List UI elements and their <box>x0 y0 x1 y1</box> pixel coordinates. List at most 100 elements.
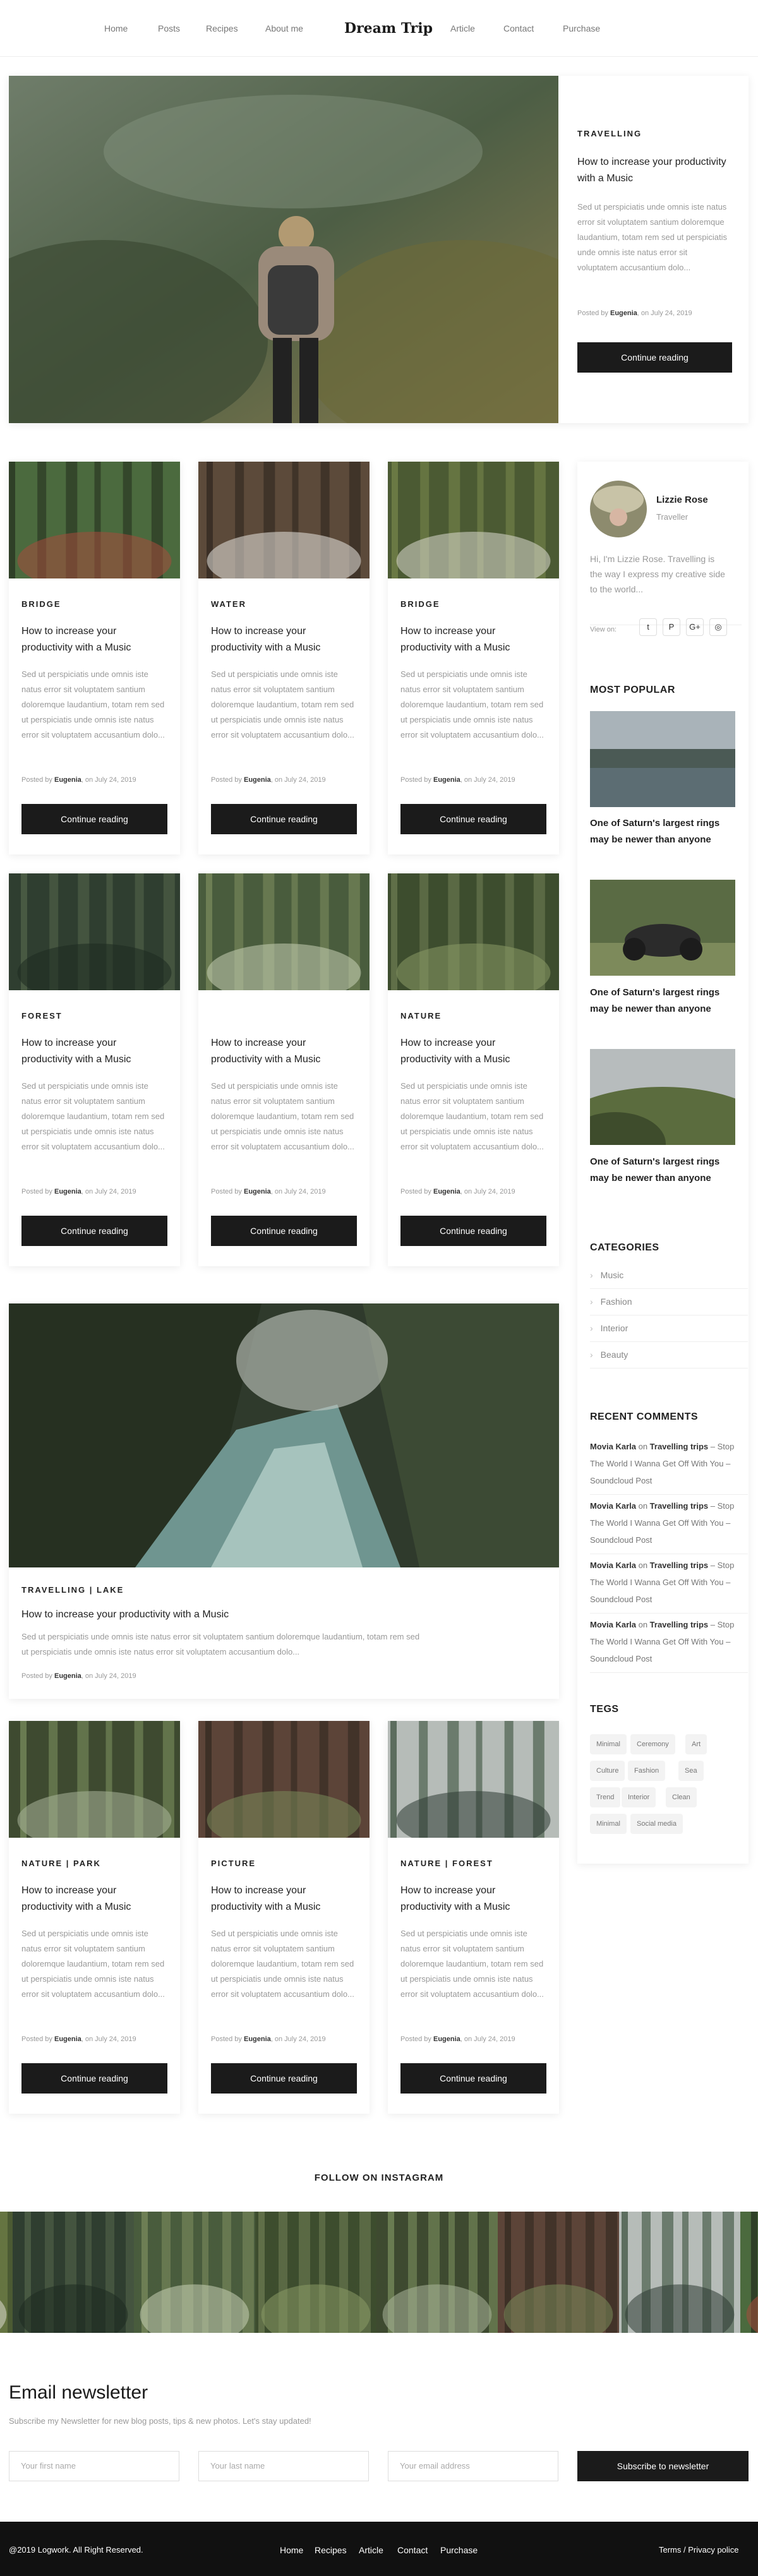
first-name-input[interactable]: Your first name <box>9 2451 179 2481</box>
category-beauty[interactable]: Beauty <box>590 1350 748 1369</box>
wide-post-category[interactable]: TRAVELLING | LAKE <box>21 1585 124 1595</box>
continue-reading-button[interactable]: Continue reading <box>21 2063 167 2094</box>
nav-contact[interactable]: Contact <box>503 23 534 33</box>
post-title[interactable]: How to increase your productivity with a… <box>211 1035 356 1068</box>
instagram-photo[interactable] <box>619 2212 740 2333</box>
post-excerpt: Sed ut perspiciatis unde omnis iste natu… <box>21 1081 165 1151</box>
post-category[interactable]: NATURE | FOREST <box>400 1859 493 1868</box>
footer-link-home[interactable]: Home <box>280 2545 303 2555</box>
post-image[interactable] <box>388 1721 559 1838</box>
category-music[interactable]: Music <box>590 1270 748 1289</box>
post-image[interactable] <box>388 462 559 578</box>
nav-about[interactable]: About me <box>265 23 303 33</box>
instagram-icon[interactable]: ◎ <box>709 618 727 636</box>
post-title[interactable]: How to increase your productivity with a… <box>400 1883 546 1915</box>
comment-post-link[interactable]: Travelling trips <box>650 1561 708 1570</box>
post-excerpt: Sed ut perspiciatis unde omnis iste natu… <box>21 669 165 740</box>
continue-reading-button[interactable]: Continue reading <box>21 1216 167 1246</box>
continue-reading-button[interactable]: Continue reading <box>21 804 167 834</box>
footer-link-contact[interactable]: Contact <box>397 2545 428 2555</box>
wide-post-title[interactable]: How to increase your productivity with a… <box>21 1607 527 1623</box>
last-name-input[interactable]: Your last name <box>198 2451 369 2481</box>
comment-post-link[interactable]: Travelling trips <box>650 1620 708 1629</box>
google-plus-icon[interactable]: G+ <box>686 618 704 636</box>
post-category[interactable]: NATURE | PARK <box>21 1859 101 1868</box>
post-image[interactable] <box>198 462 370 578</box>
instagram-photo[interactable] <box>0 2212 13 2333</box>
popular-title-1[interactable]: One of Saturn's largest rings may be new… <box>590 815 735 848</box>
popular-title-3[interactable]: One of Saturn's largest rings may be new… <box>590 1154 735 1187</box>
footer-legal-links[interactable]: Terms / Privacy police <box>659 2545 738 2555</box>
post-title[interactable]: How to increase your productivity with a… <box>211 1883 356 1915</box>
continue-reading-button[interactable]: Continue reading <box>211 1216 357 1246</box>
post-category[interactable]: FOREST <box>21 1011 63 1021</box>
post-title[interactable]: How to increase your productivity with a… <box>211 623 356 656</box>
continue-reading-button[interactable]: Continue reading <box>400 1216 546 1246</box>
continue-reading-button[interactable]: Continue reading <box>400 2063 546 2094</box>
post-image[interactable] <box>9 873 180 990</box>
nav-posts[interactable]: Posts <box>158 23 180 33</box>
footer-link-recipes[interactable]: Recipes <box>315 2545 347 2555</box>
post-image[interactable] <box>198 873 370 990</box>
post-title[interactable]: How to increase your productivity with a… <box>21 1883 167 1915</box>
post-title[interactable]: How to increase your productivity with a… <box>400 1035 546 1068</box>
site-logo[interactable]: Dream Trip <box>344 20 433 37</box>
post-category[interactable]: BRIDGE <box>400 599 440 609</box>
popular-title-2[interactable]: One of Saturn's largest rings may be new… <box>590 985 735 1017</box>
email-input[interactable]: Your email address <box>388 2451 558 2481</box>
tag-chip[interactable]: Minimal <box>590 1814 627 1834</box>
tag-chip[interactable]: Culture <box>590 1761 625 1781</box>
nav-article[interactable]: Article <box>450 23 475 33</box>
wide-post-image[interactable] <box>9 1303 559 1567</box>
instagram-photo[interactable] <box>13 2212 134 2333</box>
nav-purchase[interactable]: Purchase <box>563 23 600 33</box>
popular-image-3[interactable] <box>590 1049 735 1145</box>
post-title[interactable]: How to increase your productivity with a… <box>21 623 167 656</box>
continue-reading-button[interactable]: Continue reading <box>400 804 546 834</box>
tag-chip[interactable]: Minimal <box>590 1734 627 1754</box>
nav-home[interactable]: Home <box>104 23 128 33</box>
footer-link-article[interactable]: Article <box>359 2545 383 2555</box>
tag-chip[interactable]: Art <box>685 1734 707 1754</box>
category-fashion[interactable]: Fashion <box>590 1297 748 1315</box>
footer-link-purchase[interactable]: Purchase <box>440 2545 478 2555</box>
post-title[interactable]: How to increase your productivity with a… <box>400 623 546 656</box>
category-interior[interactable]: Interior <box>590 1323 748 1342</box>
subscribe-button[interactable]: Subscribe to newsletter <box>577 2451 749 2481</box>
comment-post-link[interactable]: Travelling trips <box>650 1442 708 1451</box>
featured-title[interactable]: How to increase your productivity with a… <box>577 154 729 187</box>
tag-chip[interactable]: Ceremony <box>630 1734 675 1754</box>
post-title[interactable]: How to increase your productivity with a… <box>21 1035 167 1068</box>
instagram-photo[interactable] <box>498 2212 619 2333</box>
instagram-photo[interactable] <box>376 2212 498 2333</box>
nav-recipes[interactable]: Recipes <box>206 23 238 33</box>
featured-image[interactable] <box>9 76 558 423</box>
instagram-photo[interactable] <box>134 2212 255 2333</box>
comment-post-link[interactable]: Travelling trips <box>650 1501 708 1511</box>
post-category[interactable]: BRIDGE <box>21 599 61 609</box>
pinterest-icon[interactable]: P <box>663 618 680 636</box>
continue-reading-button[interactable]: Continue reading <box>211 2063 357 2094</box>
popular-image-1[interactable] <box>590 711 735 807</box>
tag-chip[interactable]: Fashion <box>628 1761 666 1781</box>
featured-category[interactable]: TRAVELLING <box>577 129 642 138</box>
tag-chip[interactable]: Trend <box>590 1787 621 1807</box>
continue-reading-button[interactable]: Continue reading <box>211 804 357 834</box>
tag-chip[interactable]: Social media <box>630 1814 683 1834</box>
tag-chip[interactable]: Clean <box>666 1787 697 1807</box>
post-category[interactable]: PICTURE <box>211 1859 256 1868</box>
instagram-photo[interactable] <box>255 2212 376 2333</box>
post-category[interactable]: WATER <box>211 599 246 609</box>
post-excerpt: Sed ut perspiciatis unde omnis iste natu… <box>211 669 354 740</box>
twitter-icon[interactable]: t <box>639 618 657 636</box>
instagram-photo[interactable] <box>740 2212 758 2333</box>
post-category[interactable]: NATURE <box>400 1011 442 1021</box>
tag-chip[interactable]: Sea <box>678 1761 704 1781</box>
post-image[interactable] <box>9 462 180 578</box>
post-image[interactable] <box>198 1721 370 1838</box>
post-image[interactable] <box>9 1721 180 1838</box>
popular-image-2[interactable] <box>590 880 735 976</box>
post-image[interactable] <box>388 873 559 990</box>
featured-continue-button[interactable]: Continue reading <box>577 342 732 373</box>
tag-chip[interactable]: Interior <box>622 1787 656 1807</box>
